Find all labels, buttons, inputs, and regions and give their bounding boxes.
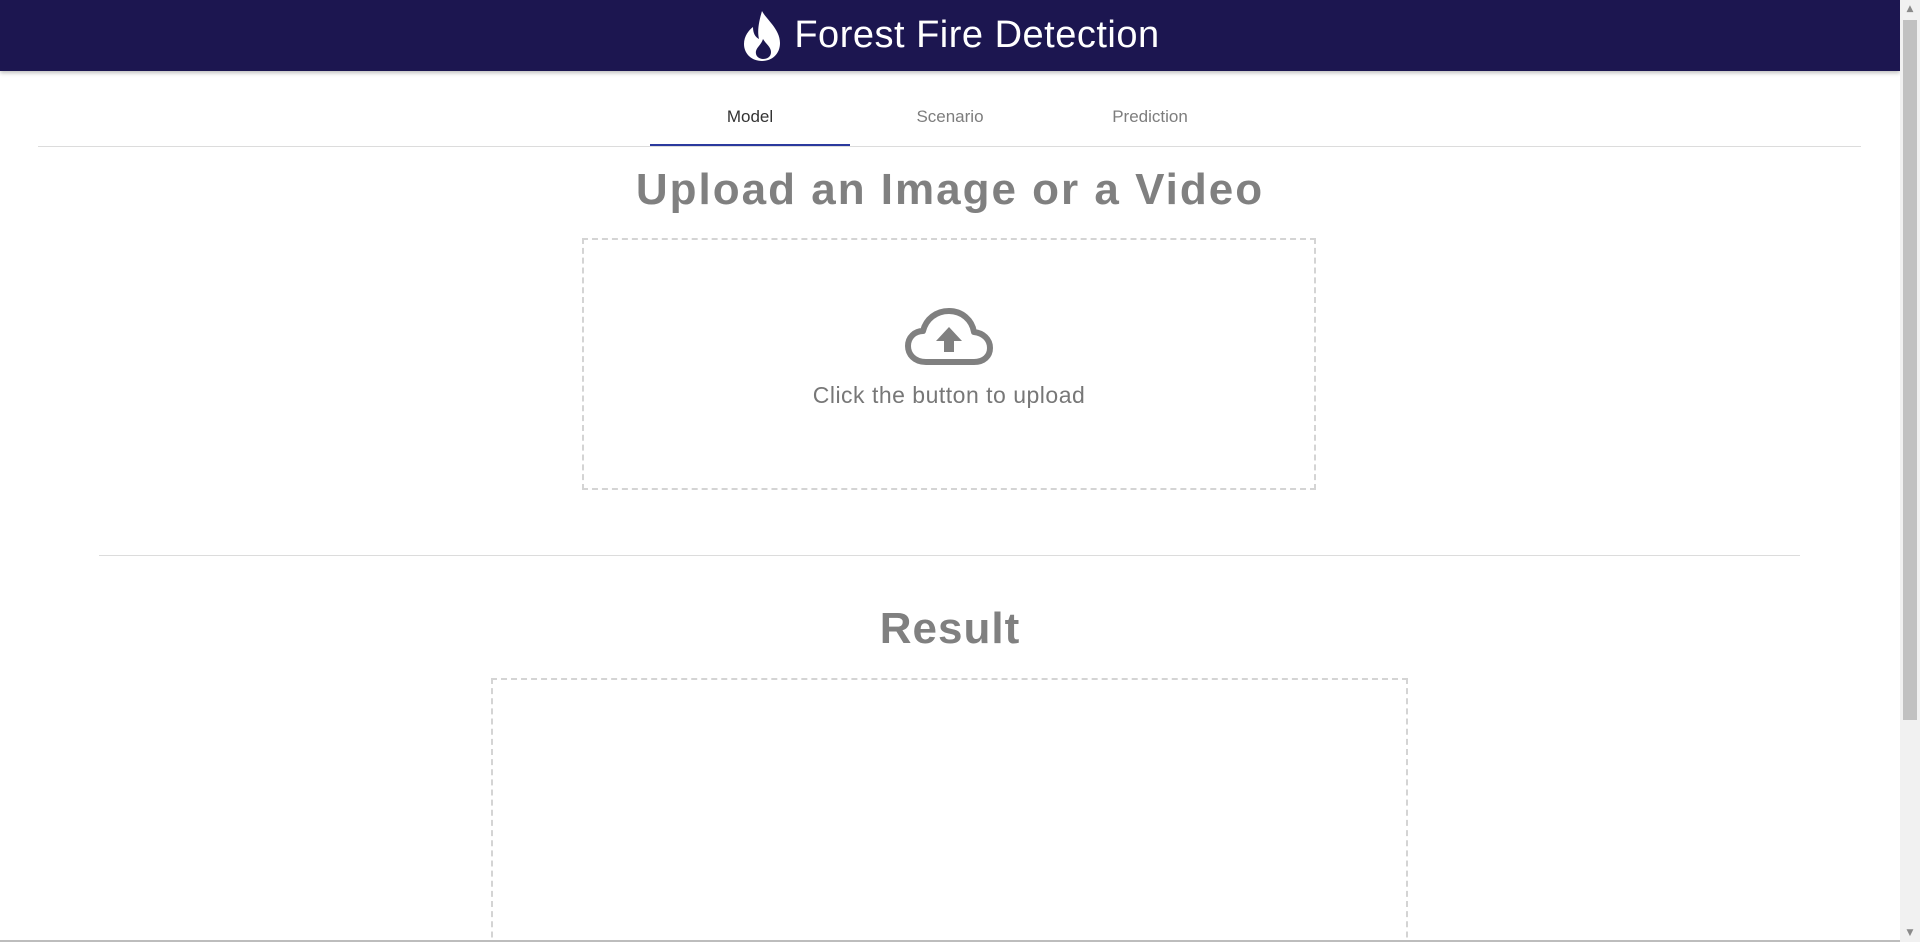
scroll-down-arrow-icon[interactable]: ▼ (1900, 924, 1920, 942)
tab-prediction[interactable]: Prediction (1050, 89, 1250, 145)
header-brand: Forest Fire Detection (740, 9, 1159, 63)
result-heading: Result (879, 604, 1021, 653)
result-panel (491, 678, 1408, 942)
flame-icon (744, 10, 781, 61)
tab-bar: Model Scenario Prediction (38, 89, 1861, 147)
cloud-upload-icon (905, 307, 993, 365)
app-title: Forest Fire Detection (794, 14, 1160, 56)
tab-model[interactable]: Model (650, 89, 850, 146)
page: Forest Fire Detection Model Scenario Pre… (0, 0, 1920, 942)
vertical-scrollbar[interactable]: ▲ ▼ (1900, 0, 1920, 942)
upload-dropzone[interactable]: Click the button to upload (582, 238, 1316, 490)
upload-heading: Upload an Image or a Video (635, 165, 1265, 214)
upload-instruction: Click the button to upload (812, 381, 1086, 408)
scroll-thumb[interactable] (1903, 20, 1917, 720)
section-divider (99, 555, 1800, 556)
app-header: Forest Fire Detection (0, 0, 1900, 71)
tab-scenario[interactable]: Scenario (850, 89, 1050, 145)
scroll-up-arrow-icon[interactable]: ▲ (1900, 0, 1920, 18)
